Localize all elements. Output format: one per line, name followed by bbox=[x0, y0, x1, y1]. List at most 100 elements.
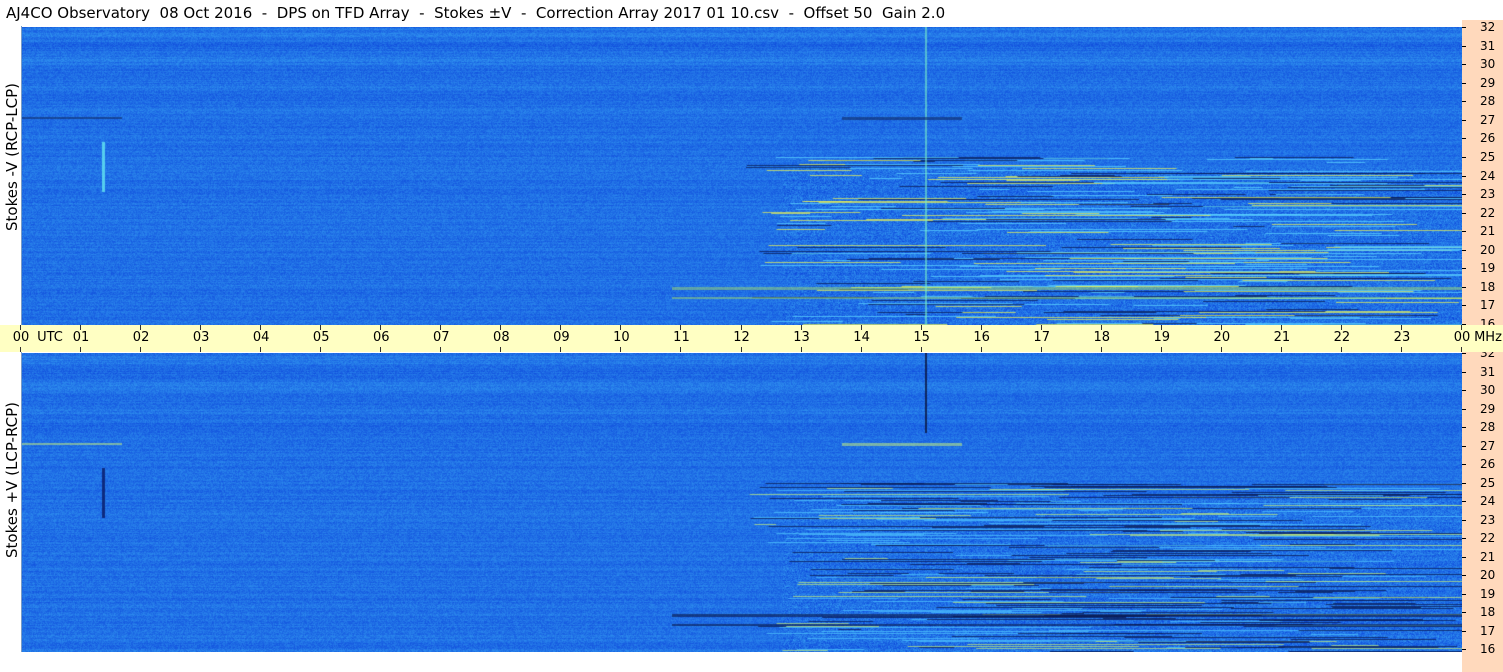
time-unit-label: UTC bbox=[37, 330, 63, 345]
time-label: 10 bbox=[613, 330, 630, 345]
frequency-tick bbox=[1462, 119, 1466, 121]
time-label: 20 bbox=[1213, 330, 1231, 345]
frequency-label: 17 bbox=[1480, 623, 1496, 638]
frequency-label: 30 bbox=[1480, 57, 1496, 72]
frequency-tick bbox=[1462, 64, 1466, 66]
time-tick bbox=[740, 347, 742, 352]
time-tick bbox=[1340, 347, 1342, 352]
frequency-tick bbox=[1462, 482, 1466, 484]
frequency-label: 28 bbox=[1480, 420, 1496, 434]
frequency-label: 26 bbox=[1480, 457, 1496, 471]
time-tick bbox=[860, 347, 862, 352]
time-tick bbox=[800, 347, 802, 352]
frequency-label: 21 bbox=[1480, 549, 1496, 564]
top-spectrogram bbox=[22, 27, 1462, 325]
time-tick bbox=[80, 347, 82, 352]
time-label: 13 bbox=[793, 330, 810, 345]
time-label: 14 bbox=[853, 330, 870, 345]
time-label: 18 bbox=[1093, 330, 1111, 345]
frequency-label: 29 bbox=[1480, 75, 1496, 90]
frequency-label: 18 bbox=[1480, 279, 1496, 294]
frequency-tick bbox=[1462, 593, 1466, 595]
time-label: 02 bbox=[132, 330, 150, 345]
frequency-tick bbox=[1462, 556, 1466, 558]
frequency-tick bbox=[1462, 501, 1466, 502]
frequency-tick bbox=[1462, 390, 1466, 391]
frequency-tick bbox=[1462, 249, 1466, 251]
time-label: 03 bbox=[192, 330, 210, 345]
frequency-tick bbox=[1462, 612, 1466, 613]
time-label: 09 bbox=[553, 330, 570, 345]
time-tick bbox=[1461, 347, 1462, 352]
frequency-label: 24 bbox=[1480, 168, 1496, 183]
frequency-label: 17 bbox=[1480, 298, 1496, 313]
frequency-tick bbox=[1462, 156, 1466, 158]
time-label: 21 bbox=[1273, 330, 1291, 345]
frequency-label: 30 bbox=[1480, 383, 1496, 397]
frequency-label: 19 bbox=[1480, 261, 1496, 276]
time-tick bbox=[260, 347, 262, 352]
frequency-tick bbox=[1462, 194, 1466, 196]
frequency-label: 28 bbox=[1480, 94, 1496, 109]
frequency-tick bbox=[1462, 464, 1466, 465]
time-label: 06 bbox=[372, 330, 390, 345]
frequency-label: 31 bbox=[1480, 38, 1496, 53]
frequency-label: 20 bbox=[1480, 242, 1496, 257]
time-axis: 00 01 02 03 04 05 06 07 08 09 10 11 12 13 14 15 16 17 18 19… bbox=[0, 325, 1503, 352]
time-tick bbox=[1160, 347, 1162, 352]
time-label: 23 bbox=[1393, 330, 1411, 345]
time-label: 05 bbox=[312, 330, 330, 345]
time-tick bbox=[320, 347, 322, 352]
frequency-label: 25 bbox=[1480, 149, 1496, 164]
frequency-label: 29 bbox=[1480, 401, 1496, 416]
frequency-label: 22 bbox=[1480, 531, 1496, 545]
time-tick bbox=[620, 347, 622, 352]
frequency-tick bbox=[1462, 27, 1466, 28]
time-tick bbox=[1400, 347, 1402, 352]
frequency-label: 32 bbox=[1480, 20, 1496, 34]
frequency-label: 27 bbox=[1480, 438, 1496, 453]
frequency-unit-label: MHz bbox=[1474, 330, 1502, 345]
frequency-tick bbox=[1462, 408, 1466, 410]
time-label: 01 bbox=[72, 330, 90, 345]
bottom-panel-label: Stokes +V (LCP-RCP) bbox=[3, 402, 21, 558]
top-spectrogram-canvas bbox=[22, 27, 1462, 325]
frequency-tick bbox=[1462, 286, 1466, 288]
top-frequency-axis: 32 31 30 29 28 27 26 25 24 23 22 21 20 19 18 17 16 bbox=[1462, 20, 1503, 330]
time-tick bbox=[1280, 347, 1282, 352]
time-tick bbox=[920, 347, 922, 352]
frequency-tick bbox=[1462, 305, 1466, 307]
frequency-tick bbox=[1462, 630, 1466, 632]
time-tick bbox=[380, 347, 382, 352]
frequency-label: 18 bbox=[1480, 605, 1496, 619]
frequency-label: 22 bbox=[1480, 205, 1496, 220]
time-label: 00 bbox=[1453, 330, 1471, 345]
time-tick bbox=[440, 347, 442, 352]
frequency-tick bbox=[1462, 175, 1466, 177]
time-tick bbox=[200, 347, 202, 352]
frequency-label: 16 bbox=[1480, 642, 1496, 656]
time-tick bbox=[500, 347, 502, 352]
time-tick bbox=[980, 347, 982, 352]
frequency-tick bbox=[1462, 427, 1466, 428]
frequency-tick bbox=[1462, 371, 1466, 373]
time-label: 22 bbox=[1333, 330, 1351, 345]
time-tick bbox=[1040, 347, 1042, 352]
time-label: 15 bbox=[913, 330, 930, 345]
frequency-tick bbox=[1462, 519, 1466, 521]
top-panel-label: Stokes -V (RCP-LCP) bbox=[3, 83, 21, 231]
time-tick bbox=[140, 347, 142, 352]
bottom-spectrogram-canvas bbox=[22, 353, 1462, 652]
frequency-label: 20 bbox=[1480, 568, 1496, 582]
frequency-label: 19 bbox=[1480, 586, 1496, 601]
time-label: 04 bbox=[252, 330, 270, 345]
bottom-spectrogram bbox=[22, 353, 1462, 652]
frequency-label: 23 bbox=[1480, 512, 1496, 527]
frequency-tick bbox=[1462, 82, 1466, 84]
frequency-label: 27 bbox=[1480, 112, 1496, 127]
frequency-label: 25 bbox=[1480, 475, 1496, 490]
frequency-label: 26 bbox=[1480, 131, 1496, 146]
frequency-tick bbox=[1462, 353, 1466, 354]
time-label: 07 bbox=[433, 330, 450, 345]
time-label: 12 bbox=[733, 330, 750, 345]
